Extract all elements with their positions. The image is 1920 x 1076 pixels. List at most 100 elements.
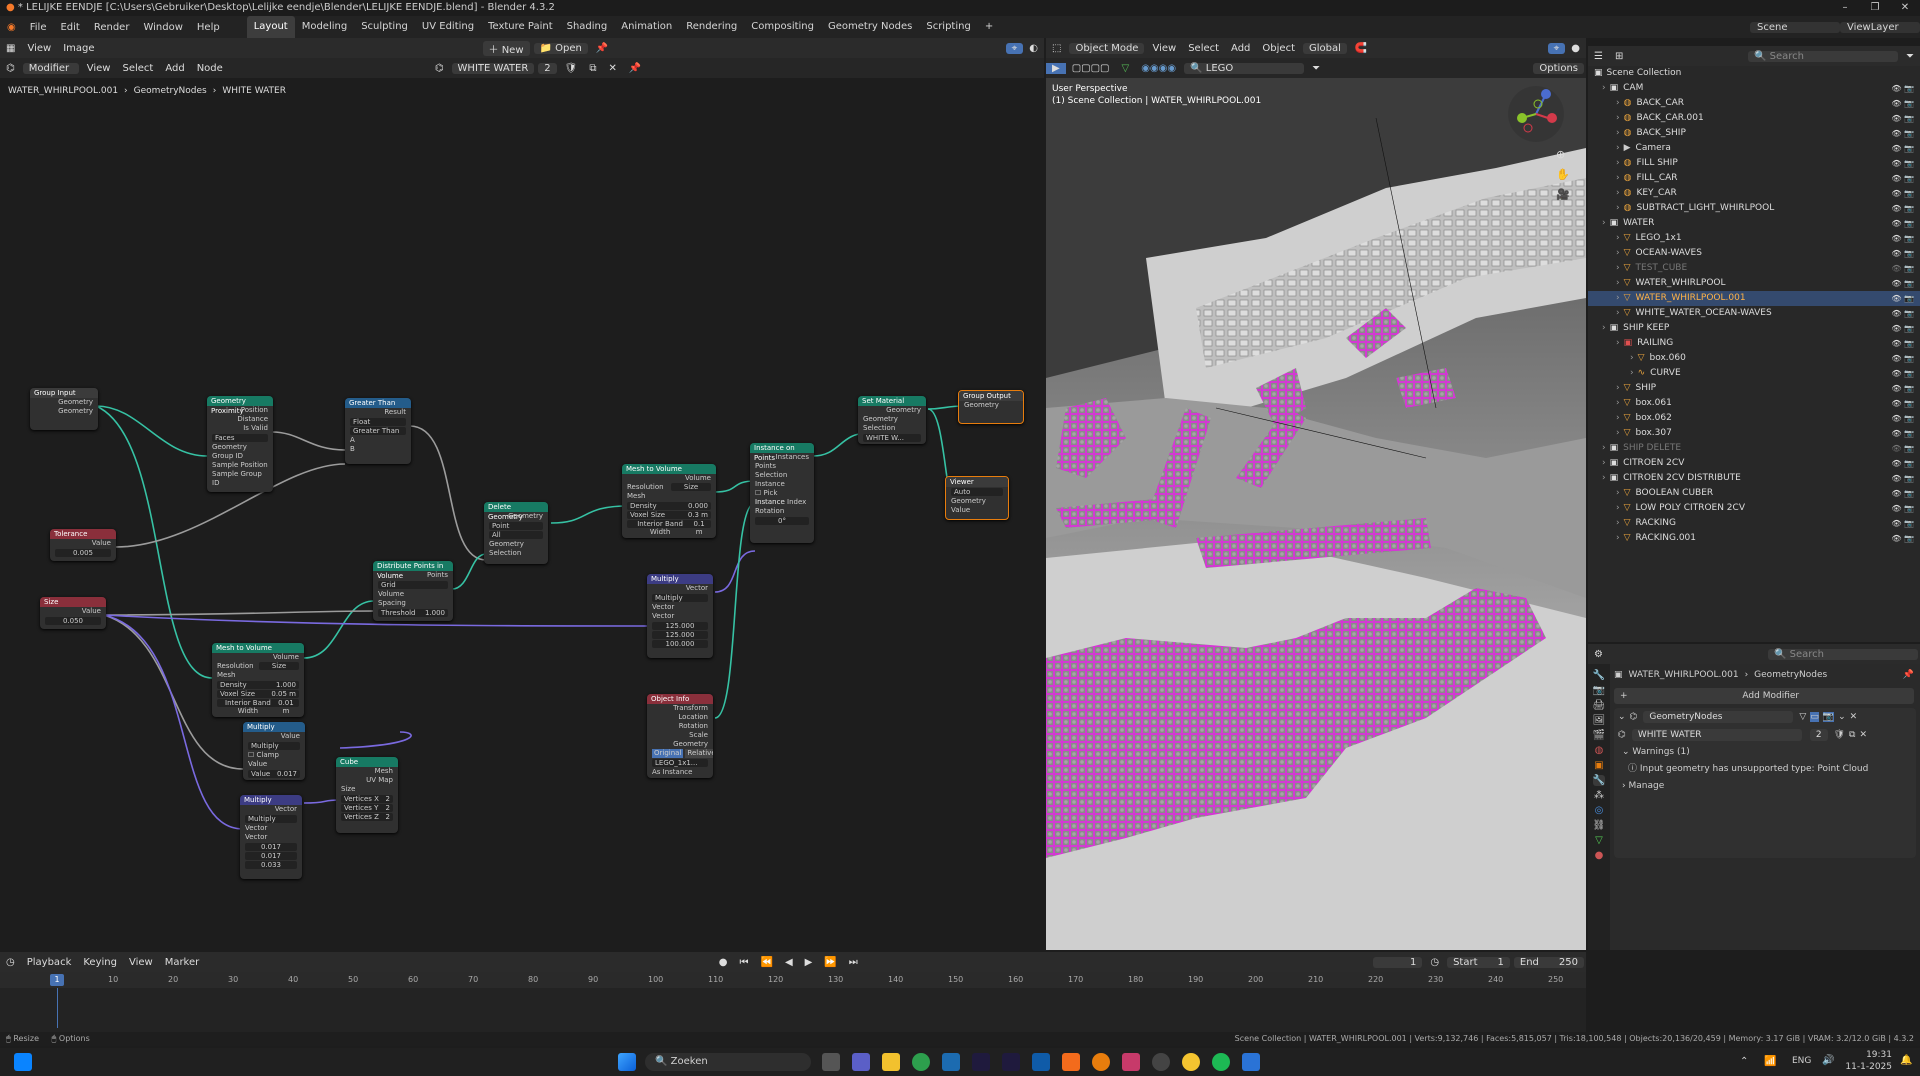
expand-chevron-icon[interactable]: › (1616, 426, 1620, 441)
expand-chevron-icon[interactable]: › (1616, 381, 1620, 396)
task-view-icon[interactable] (822, 1053, 840, 1071)
value-field[interactable]: 0.050 (45, 617, 101, 625)
render-toggle-icon[interactable]: 📷 (1822, 712, 1835, 722)
value-field[interactable]: 0.005 (55, 549, 111, 557)
threshold-value[interactable]: 1.000 (425, 609, 445, 617)
vector-x-field[interactable]: 0.017 (245, 843, 297, 851)
play-reverse-icon[interactable]: ◀ (779, 957, 799, 968)
select-mode-icons[interactable]: ▢▢▢▢ (1066, 63, 1116, 74)
outliner-item[interactable]: › ▽ SHIP 👁 📷 (1588, 381, 1920, 396)
pin-properties-icon[interactable]: 📌 (1903, 670, 1914, 680)
outliner-type-icon[interactable]: ☰ (1588, 51, 1609, 62)
tab-animation[interactable]: Animation (614, 16, 679, 38)
pin-node-icon[interactable]: 📌 (623, 63, 647, 74)
menu-window[interactable]: Window (136, 22, 189, 33)
material-field[interactable]: WHITE W... (863, 434, 921, 442)
visibility-toggle-icon[interactable]: 👁 📷 (1891, 456, 1914, 471)
network-icon[interactable]: 📶 (1764, 1056, 1776, 1067)
outliner[interactable]: ☰ ⊞ 🔍 Search ⏷ ▣ Scene Collection › ▣ CAM 👁… (1588, 46, 1920, 642)
clock-icon[interactable]: ◷ (1424, 957, 1445, 968)
close-button[interactable]: ✕ (1890, 0, 1920, 16)
expand-chevron-icon[interactable]: › (1616, 276, 1620, 291)
app-icon[interactable] (1122, 1053, 1140, 1071)
gizmo-toggle-icon[interactable]: ⌖ (1005, 42, 1024, 54)
app-icon[interactable] (1152, 1053, 1170, 1071)
visibility-toggle-icon[interactable]: 👁 📷 (1891, 186, 1914, 201)
fake-user-icon[interactable]: 🛡 (559, 63, 584, 74)
unlink-icon[interactable]: ✕ (1859, 730, 1867, 740)
node-mesh-to-volume[interactable]: Mesh to Volume Volume Resolution Size Mes… (622, 464, 716, 538)
modifier-tab-icon[interactable]: 🔧 (1592, 775, 1606, 786)
expand-chevron-icon[interactable]: › (1602, 456, 1606, 471)
outliner-item[interactable]: › ▽ LOW POLY CITROEN 2CV 👁 📷 (1588, 501, 1920, 516)
clamp-checkbox[interactable]: ☐ (248, 751, 254, 759)
node-geometry-proximity[interactable]: Geometry Proximity Position Distance Is … (207, 396, 273, 492)
resolution-dropdown[interactable]: Size (671, 483, 711, 491)
node-multiply-vector[interactable]: Multiply Vector Multiply Vector Vector 1… (647, 574, 713, 658)
modifier-name-field[interactable]: GeometryNodes (1643, 711, 1794, 723)
expand-chevron-icon[interactable]: › (1616, 486, 1620, 501)
visibility-toggle-icon[interactable]: 👁 📷 (1891, 531, 1914, 546)
menu-file[interactable]: File (23, 22, 54, 33)
tab-texture-paint[interactable]: Texture Paint (481, 16, 560, 38)
tab-geometry-nodes[interactable]: Geometry Nodes (821, 16, 919, 38)
viewport-toggle-icon[interactable]: ▭ (1810, 712, 1819, 722)
expand-chevron-icon[interactable]: › (1602, 216, 1606, 231)
remove-modifier-icon[interactable]: ✕ (1850, 712, 1858, 722)
outliner-item[interactable]: › ◍ SUBTRACT_LIGHT_WHIRLPOOL 👁 📷 (1588, 201, 1920, 216)
houdini-icon[interactable] (1062, 1053, 1080, 1071)
expand-chevron-icon[interactable]: › (1616, 141, 1620, 156)
outliner-item[interactable]: › ◍ FILL SHIP 👁 📷 (1588, 156, 1920, 171)
menu-object[interactable]: Object (1256, 43, 1301, 54)
outliner-item[interactable]: › ▣ RAILING 👁 📷 (1588, 336, 1920, 351)
outliner-item[interactable]: › ▣ WATER 👁 📷 (1588, 216, 1920, 231)
properties-type-icon[interactable]: ⚙ (1588, 649, 1609, 660)
modifier-dropdown[interactable]: Modifier (22, 62, 79, 74)
warnings-subpanel[interactable]: ⌄ Warnings (1) (1614, 744, 1916, 760)
app-icon[interactable] (942, 1053, 960, 1071)
vector-z-field[interactable]: 100.000 (652, 640, 708, 648)
visibility-toggle-icon[interactable]: 👁 📷 (1891, 396, 1914, 411)
visibility-toggle-icon[interactable]: 👁 📷 (1891, 411, 1914, 426)
value-field[interactable]: 0.017 (277, 770, 297, 778)
expand-chevron-icon[interactable]: › (1616, 246, 1620, 261)
current-frame-field[interactable]: 1 (1373, 956, 1423, 968)
volume-icon[interactable]: 🔊 (1822, 1055, 1834, 1066)
expand-chevron-icon[interactable]: › (1616, 531, 1620, 546)
outliner-item[interactable]: › ▽ TEST_CUBE 👁 📷 (1588, 261, 1920, 276)
orientation-dropdown[interactable]: Global (1303, 42, 1347, 54)
operation-dropdown[interactable]: Multiply (248, 742, 300, 750)
rotation-x-field[interactable]: 0° (755, 517, 809, 525)
node-tolerance[interactable]: Tolerance Value 0.005 (50, 529, 116, 561)
node-group-selector[interactable]: WHITE WATER (1631, 729, 1802, 741)
select-tool-icon[interactable]: ▶ (1046, 62, 1066, 74)
duplicate-icon[interactable]: ⧉ (583, 63, 602, 74)
menu-help[interactable]: Help (190, 22, 227, 33)
node-editor-type-icon[interactable]: ⌬ (0, 63, 21, 74)
node-group-users[interactable]: 2 (1809, 729, 1828, 741)
frame-ruler[interactable]: 1 10 20 30 40 50 60 70 80 90 100 110 120 130 140 150 16… (0, 972, 1586, 988)
blender-taskbar-icon[interactable] (1092, 1053, 1110, 1071)
windows-start-icon[interactable] (618, 1053, 636, 1071)
vector-y-field[interactable]: 125.000 (652, 631, 708, 639)
visibility-toggle-icon[interactable]: 👁 📷 (1891, 426, 1914, 441)
visibility-toggle-icon[interactable]: 👁 📷 (1891, 366, 1914, 381)
editor-type-icon[interactable]: ▦ (0, 43, 21, 54)
menu-image[interactable]: Image (57, 43, 100, 54)
node-greater-than[interactable]: Greater Than Result Float Greater Than A… (345, 398, 411, 464)
minimize-button[interactable]: – (1830, 0, 1860, 16)
app-icon[interactable] (1242, 1053, 1260, 1071)
tray-chevron-icon[interactable]: ⌃ (1740, 1056, 1748, 1067)
operation-dropdown[interactable]: Multiply (245, 815, 297, 823)
node-object-info[interactable]: Object Info Transform Location Rotation … (647, 694, 713, 778)
original-toggle[interactable]: Original (652, 749, 684, 758)
visibility-toggle-icon[interactable]: 👁 📷 (1891, 111, 1914, 126)
outliner-item[interactable]: › ◍ KEY_CAR 👁 📷 (1588, 186, 1920, 201)
language-indicator[interactable]: ENG (1792, 1056, 1811, 1066)
type-dropdown[interactable]: Float (350, 418, 406, 426)
visibility-toggle-icon[interactable]: 👁 📷 (1891, 141, 1914, 156)
expand-chevron-icon[interactable]: › (1630, 366, 1634, 381)
visibility-icons[interactable]: ◉◉◉◉ (1135, 63, 1182, 74)
properties-search[interactable]: 🔍 Search (1768, 648, 1918, 660)
expand-chevron-icon[interactable]: › (1616, 501, 1620, 516)
